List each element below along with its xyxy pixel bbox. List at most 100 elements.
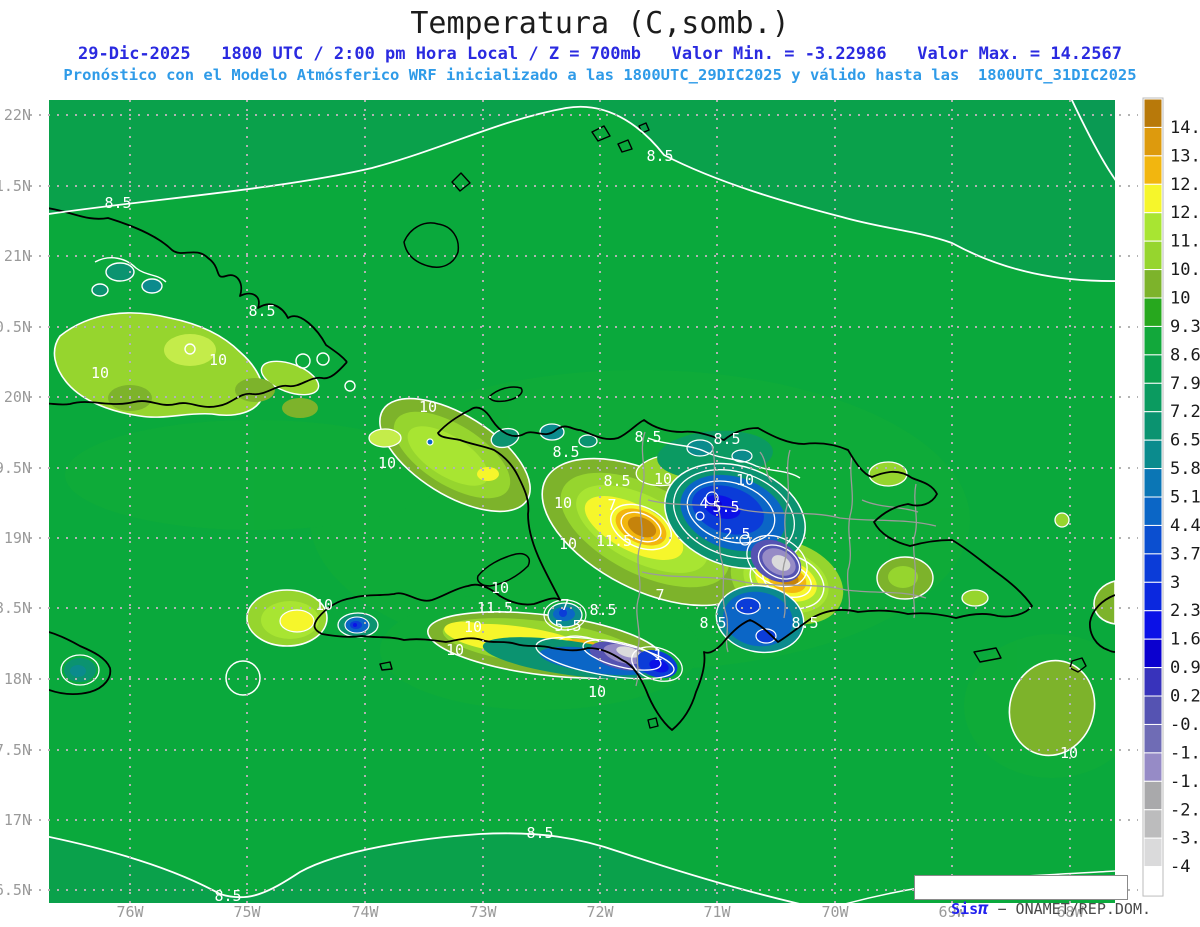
lon-tick-label: 71W <box>703 903 731 921</box>
lat-tick-label: 7.5N <box>0 741 31 759</box>
colorbar-segment <box>1143 325 1163 356</box>
colorbar-tick-label: -1.2 <box>1170 743 1200 763</box>
colorbar-segment <box>1143 183 1163 214</box>
colorbar-tick-label: 12.1 <box>1170 203 1200 223</box>
colorbar-segment <box>1143 155 1163 185</box>
page-title: Temperatura (C,somb.) <box>410 6 790 41</box>
colorbar-tick-label: 5.1 <box>1170 488 1200 508</box>
colorbar-segment <box>1143 837 1163 868</box>
colorbar-segment <box>1143 269 1163 299</box>
contour-value-label: 10 <box>559 535 577 553</box>
colorbar-segment <box>1143 411 1163 441</box>
colorbar-segment <box>1143 780 1163 811</box>
colorbar-segment <box>1143 524 1163 555</box>
colorbar-tick-label: 4.4 <box>1170 516 1200 536</box>
colorbar-segment <box>1143 382 1163 413</box>
contour-value-label: 8.5 <box>634 428 661 446</box>
contour-value-label: 4 <box>699 494 708 512</box>
contour-value-label: 10 <box>446 641 464 659</box>
contour-value-label: 8.5 <box>552 443 579 461</box>
contour-value-label: 11.5 <box>596 532 632 550</box>
colorbar-tick-label: 3 <box>1170 573 1180 593</box>
colorbar-tick-label: 12.8 <box>1170 175 1200 195</box>
contour-value-label: 1 <box>653 646 662 664</box>
contour-value-label: 2.5 <box>723 525 750 543</box>
colorbar-tick-label: 8.6 <box>1170 345 1200 365</box>
lon-tick-label: 73W <box>469 903 497 921</box>
contour-value-label: 8.5 <box>646 147 673 165</box>
lat-tick-label: 8.5N <box>0 599 31 617</box>
colorbar-segment <box>1143 240 1163 271</box>
lon-tick-label: 76W <box>116 903 144 921</box>
temperature-map: 8.58.58.5101010108.58.5 8.58.5 10 1010 7 4 5.5… <box>0 97 1200 921</box>
contour-value-label: 5.5 <box>554 617 581 635</box>
subtitle-model-info: Pronóstico con el Modelo Atmósferico WRF… <box>63 66 1137 84</box>
lat-tick-label: 6.5N <box>0 881 31 899</box>
contour-value-label: 7 <box>655 586 664 604</box>
contour-value-label: 10 <box>419 398 437 416</box>
lon-tick-label: 74W <box>351 903 379 921</box>
contour-value-label: 10 <box>736 471 754 489</box>
contour-value-label: 10 <box>491 579 509 597</box>
colorbar-tick-label: 5.8 <box>1170 459 1200 479</box>
colorbar-segment <box>1143 468 1163 498</box>
contour-value-label: 10 <box>378 454 396 472</box>
colorbar-tick-label: 2.3 <box>1170 601 1200 621</box>
colorbar-tick-label: 7.2 <box>1170 402 1200 422</box>
colorbar-tick-label: 14.2 <box>1170 118 1200 138</box>
contour-value-label: 8.5 <box>699 614 726 632</box>
colorbar-segment <box>1143 553 1163 583</box>
lat-tick-label: 1.5N <box>0 177 31 195</box>
contour-value-label: 11.5 <box>477 599 513 617</box>
colorbar-tick-label: 1.6 <box>1170 630 1200 650</box>
colorbar-tick-label: 10.7 <box>1170 260 1200 280</box>
colorbar-tick-label: 13.5 <box>1170 146 1200 166</box>
lon-tick-label: 72W <box>586 903 614 921</box>
watermark: Sisπ − ONAMET/REP.DOM. <box>914 875 1151 919</box>
lat-tick-label: 19N <box>4 529 31 547</box>
colorbar-tick-label: 10 <box>1170 289 1190 309</box>
colorbar-tick-label: -0.5 <box>1170 715 1200 735</box>
lat-tick-label: 0.5N <box>0 318 31 336</box>
colorbar-tick-label: 0.2 <box>1170 687 1200 707</box>
colorbar-segment <box>1143 98 1163 128</box>
colorbar-segment <box>1143 638 1163 669</box>
watermark-pi-logo: π <box>978 899 989 919</box>
contour-value-label: 10 <box>209 351 227 369</box>
contour-value-label: 7 <box>607 496 616 514</box>
colorbar-segment <box>1143 866 1163 896</box>
contour-value-label: 10 <box>554 494 572 512</box>
colorbar: 14.2 13.5 12.8 12.1 11.4 10.7 10 9.3 8.6 7.9 7.2 6.… <box>1142 97 1200 897</box>
colorbar-tick-label: 3.7 <box>1170 544 1200 564</box>
colorbar-segment <box>1143 126 1163 157</box>
colorbar-tick-label: 9.3 <box>1170 317 1200 337</box>
lat-tick-label: 22N <box>4 106 31 124</box>
contour-value-label: 8.5 <box>713 430 740 448</box>
colorbar-tick-label: -1.9 <box>1170 772 1200 792</box>
colorbar-segment <box>1143 723 1163 754</box>
colorbar-segment <box>1143 809 1163 839</box>
watermark-agency: − ONAMET/REP.DOM. <box>988 900 1152 918</box>
colorbar-segment <box>1143 439 1163 470</box>
colorbar-tick-label: 7.9 <box>1170 374 1200 394</box>
lat-tick-label: 21N <box>4 247 31 265</box>
colorbar-tick-label: 11.4 <box>1170 232 1200 252</box>
contour-value-label: 8.5 <box>603 472 630 490</box>
colorbar-tick-label: -2.6 <box>1170 800 1200 820</box>
contour-value-label: 10 <box>464 618 482 636</box>
weather-map-page: Temperatura (C,somb.) 29-Dic-2025 1800 U… <box>0 0 1200 927</box>
colorbar-segment <box>1143 581 1163 612</box>
contour-value-label: 8.5 <box>589 601 616 619</box>
colorbar-tick-label: 6.5 <box>1170 431 1200 451</box>
lat-tick-label: 9.5N <box>0 459 31 477</box>
contour-value-label: 10 <box>1060 744 1078 762</box>
contour-value-label: 8.5 <box>104 194 131 212</box>
contour-value-label: 8.5 <box>791 614 818 632</box>
contour-value-label: 10 <box>588 683 606 701</box>
colorbar-segment <box>1143 610 1163 640</box>
colorbar-segment <box>1143 354 1163 384</box>
colorbar-tick-label: 0.9 <box>1170 658 1200 678</box>
colorbar-segment <box>1143 496 1163 526</box>
lat-tick-label: 17N <box>4 811 31 829</box>
map-canvas <box>49 100 1115 903</box>
